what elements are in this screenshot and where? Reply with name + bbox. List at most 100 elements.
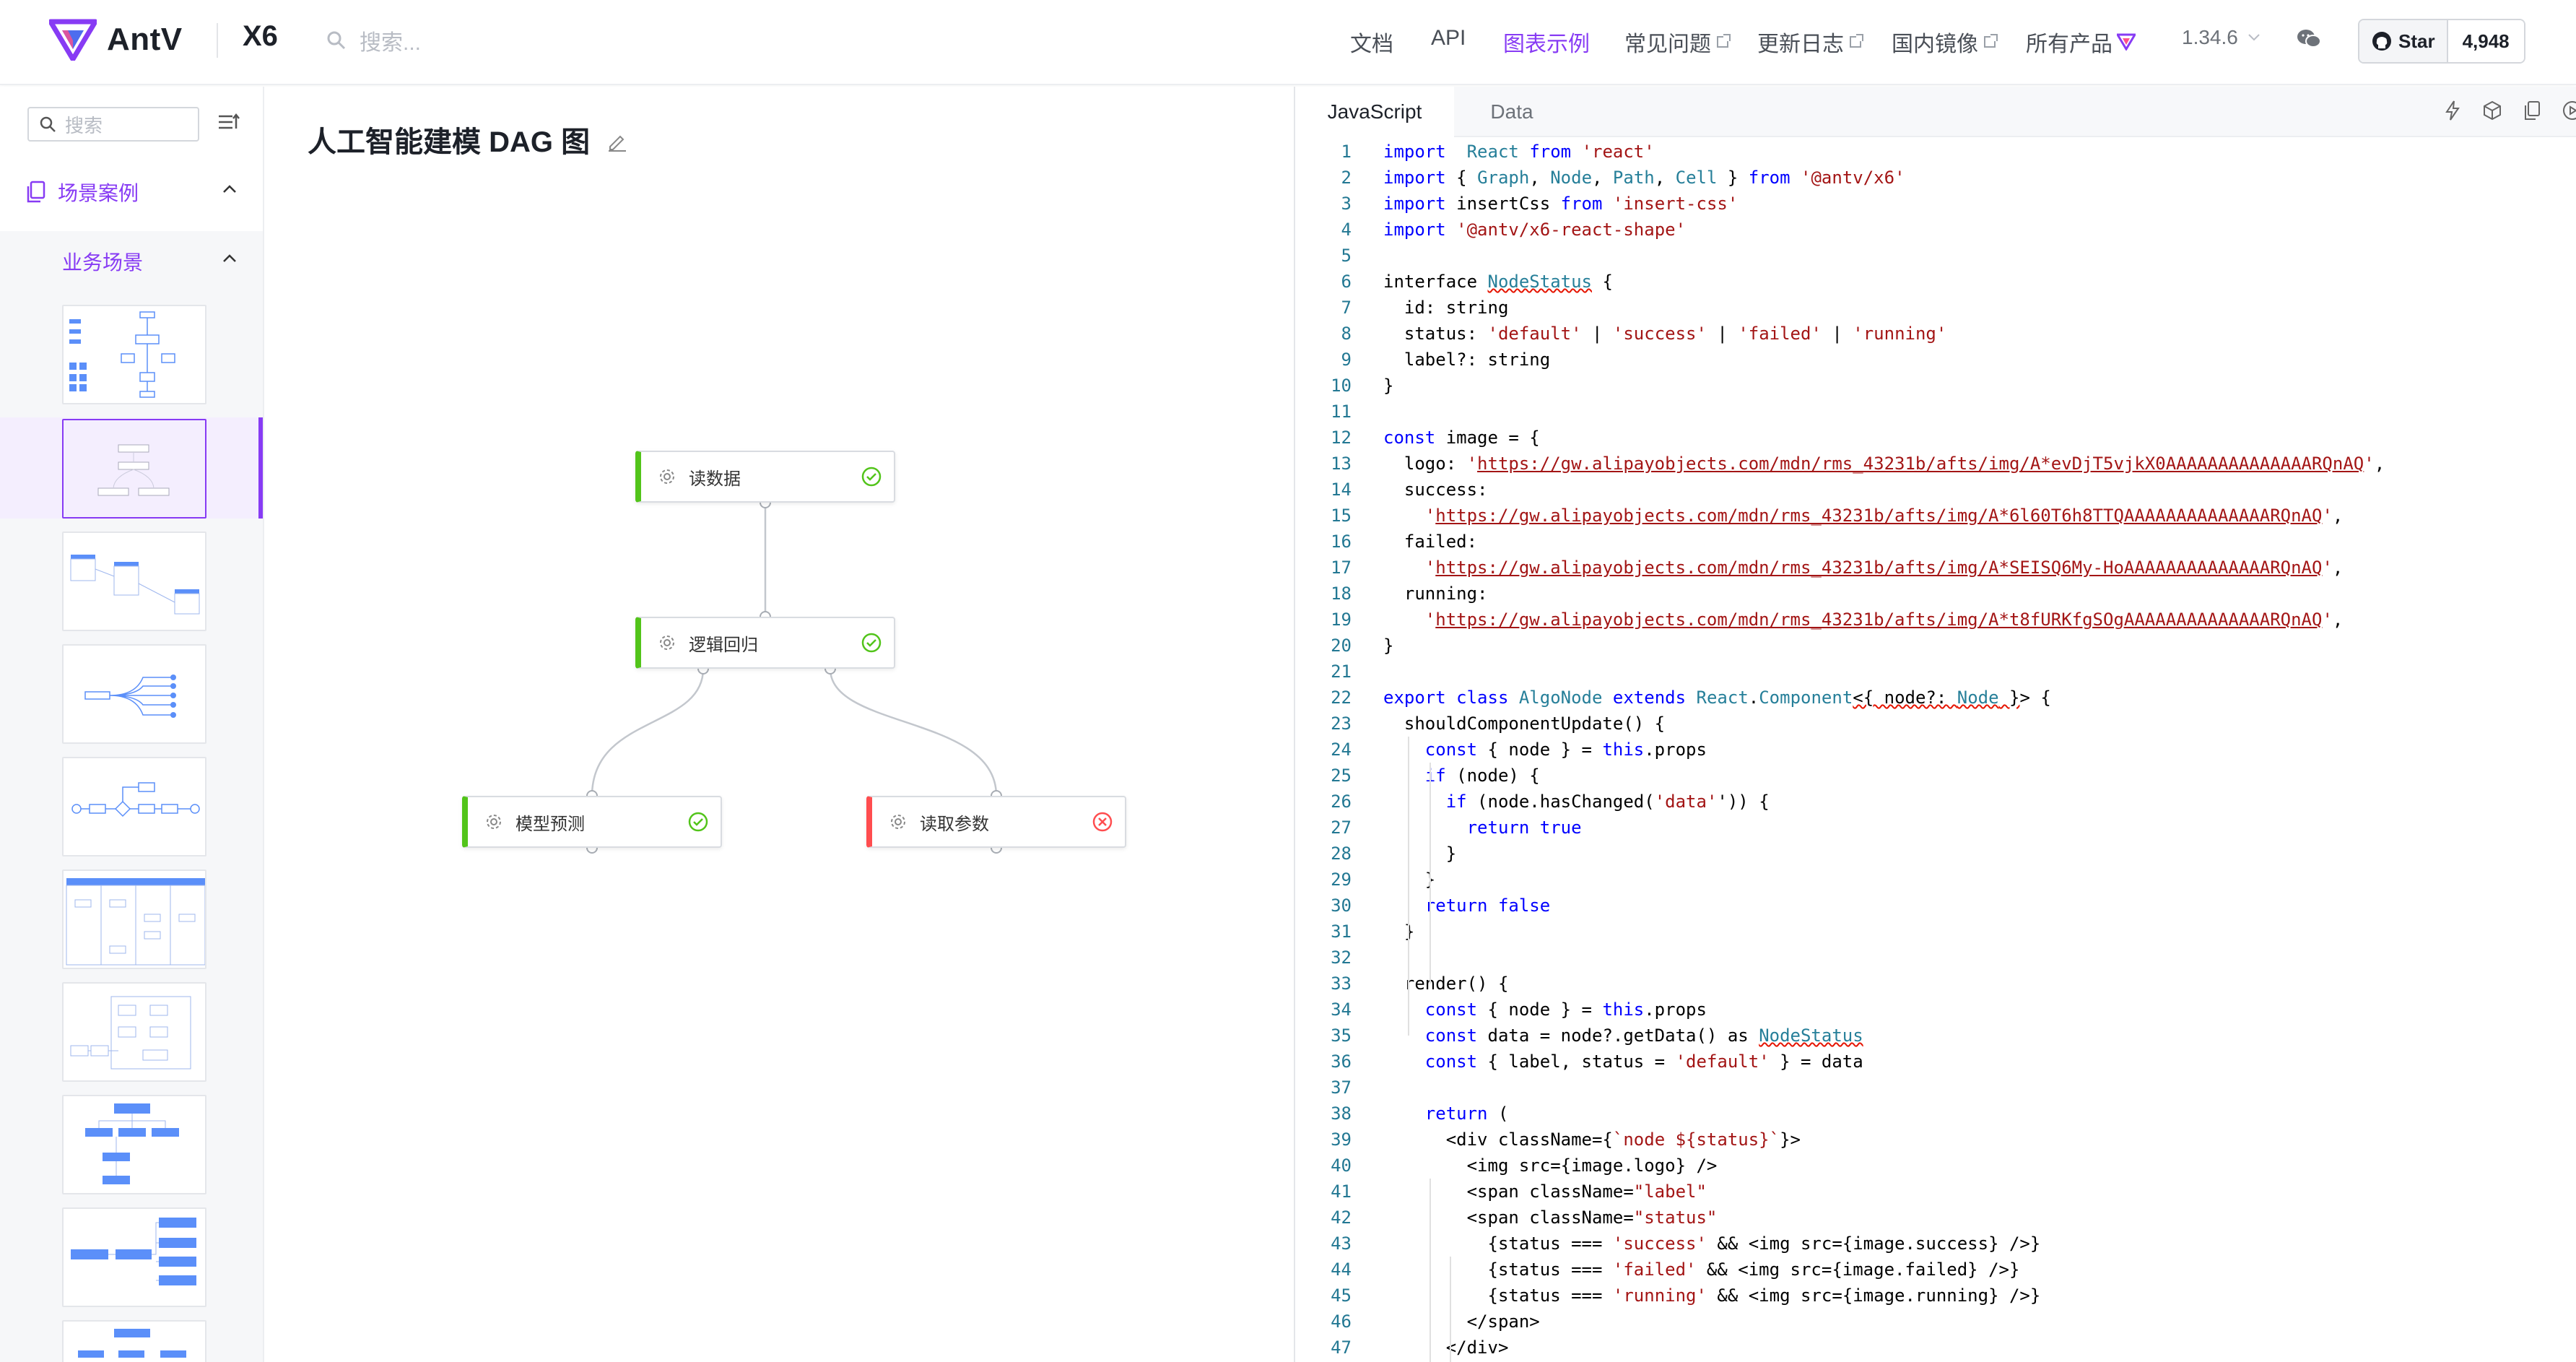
nav-api[interactable]: API [1431,26,1466,51]
example-thumbnail[interactable] [62,532,206,631]
code-line[interactable]: 39 <div className={`node ${status}`}> [1295,1127,2576,1153]
code-text: return true [1466,817,1582,838]
github-star-count[interactable]: 4,948 [2446,20,2524,62]
code-line[interactable]: 19 'https://gw.alipayobjects.com/mdn/rms… [1295,607,2576,633]
product-name[interactable]: X6 [243,20,278,53]
github-star-widget[interactable]: Star 4,948 [2358,19,2525,64]
example-thumbnail[interactable] [62,1320,206,1362]
nav-all-products[interactable]: 所有产品 [2026,26,2136,58]
code-line[interactable]: 16 failed: [1295,529,2576,555]
sidebar-search-input[interactable]: 搜索 [27,107,199,142]
code-line[interactable]: 4 import '@antv/x6-react-shape' [1295,217,2576,243]
tab-data[interactable]: Data [1454,87,1570,137]
code-line[interactable]: 47 </div> [1295,1335,2576,1361]
code-line[interactable]: 40 <img src={image.logo} /> [1295,1153,2576,1179]
line-number: 40 [1331,1155,1352,1176]
code-line[interactable]: 11 [1295,399,2576,425]
code-line[interactable]: 33 render() { [1295,971,2576,997]
code-line[interactable]: 25 if (node) { [1295,763,2576,789]
indent-guide [1408,737,1409,1036]
nav-docs[interactable]: 文档 [1350,26,1393,58]
code-line[interactable]: 8 status: 'default' | 'success' | 'faile… [1295,321,2576,347]
code-line[interactable]: 36 const { label, status = 'default' } =… [1295,1049,2576,1075]
code-text: failed: [1383,532,1478,552]
code-line[interactable]: 12 const image = { [1295,425,2576,451]
example-thumbnail[interactable] [62,305,206,404]
dag-node-logistic-regression[interactable]: 逻辑回归 [635,617,895,669]
code-line[interactable]: 35 const data = node?.getData() as NodeS… [1295,1023,2576,1049]
code-line[interactable]: 31 } [1295,919,2576,945]
search-input-placeholder[interactable]: 搜索... [360,25,421,56]
code-line[interactable]: 38 return ( [1295,1101,2576,1127]
graph-canvas[interactable]: 人工智能建模 DAG 图 读数据 逻辑回归 模型预测 读取参数 [264,87,1294,1362]
sidebar-category-scenarios[interactable]: 场景案例 [26,178,243,207]
example-thumbnail[interactable] [62,869,206,969]
nav-examples-label: 图表示例 [1503,32,1590,56]
code-line[interactable]: 10} [1295,373,2576,399]
copy-icon[interactable] [2523,100,2541,121]
example-thumbnail[interactable] [62,1095,206,1194]
code-line[interactable]: 17 'https://gw.alipayobjects.com/mdn/rms… [1295,555,2576,581]
sidebar-group-business[interactable]: 业务场景 [62,247,143,276]
code-line[interactable]: 9 label?: string [1295,347,2576,373]
play-icon[interactable] [2562,100,2576,121]
example-thumbnail[interactable] [62,1207,206,1307]
code-line[interactable]: 14 success: [1295,477,2576,503]
code-line[interactable]: 24 const { node } = this.props [1295,737,2576,763]
example-thumbnail[interactable] [62,644,206,744]
github-star-button[interactable]: Star [2359,20,2447,62]
nav-examples[interactable]: 图表示例 [1503,26,1590,58]
code-line[interactable]: 23 shouldComponentUpdate() { [1295,711,2576,737]
dag-node-read-params[interactable]: 读取参数 [866,796,1126,848]
collapse-all-icon[interactable] [217,111,241,139]
code-line[interactable]: 3 import insertCss from 'insert-css' [1295,191,2576,217]
code-line[interactable]: 45 {status === 'running' && <img src={im… [1295,1283,2576,1309]
code-line[interactable]: 44 {status === 'failed' && <img src={ima… [1295,1257,2576,1283]
code-lines[interactable]: 1 import React from 'react' 2 import { Grap… [1295,139,2576,1362]
tab-data-label: Data [1490,100,1533,123]
code-line[interactable]: 28 } [1295,841,2576,867]
nav-mirror[interactable]: 国内镜像 [1892,26,1998,58]
code-line[interactable]: 27 return true [1295,815,2576,841]
code-line[interactable]: 13 logo: 'https://gw.alipayobjects.com/m… [1295,451,2576,477]
code-line[interactable]: 21 [1295,659,2576,685]
lightning-icon[interactable] [2443,100,2462,121]
code-line[interactable]: 26 if (node.hasChanged('data'')) { [1295,789,2576,815]
example-thumbnail[interactable] [62,757,206,856]
code-line[interactable]: 46 </span> [1295,1309,2576,1335]
chevron-up-icon[interactable] [221,183,238,195]
dag-node-read-data[interactable]: 读数据 [635,451,895,503]
line-number: 47 [1331,1337,1352,1358]
code-line[interactable]: 32 [1295,945,2576,971]
code-line[interactable]: 15 'https://gw.alipayobjects.com/mdn/rms… [1295,503,2576,529]
code-line[interactable]: 22 export class AlgoNode extends React.Co… [1295,685,2576,711]
version-selector[interactable]: 1.34.6 [2182,26,2261,49]
code-line[interactable]: 41 <span className="label" [1295,1179,2576,1205]
wechat-icon[interactable] [2296,27,2322,54]
nav-changelog[interactable]: 更新日志 [1757,26,1863,58]
code-line[interactable]: 30 return false [1295,893,2576,919]
tab-javascript[interactable]: JavaScript [1295,87,1454,137]
code-line[interactable]: 43 {status === 'success' && <img src={im… [1295,1231,2576,1257]
header-search[interactable]: 搜索... [326,25,421,56]
code-line[interactable]: 37 [1295,1075,2576,1101]
code-text: 'https://gw.alipayobjects.com/mdn/rms_43… [1424,558,2344,578]
dag-node-model-predict[interactable]: 模型预测 [462,796,722,848]
antv-logo[interactable]: AntV [49,19,183,61]
code-line[interactable]: 34 const { node } = this.props [1295,997,2576,1023]
code-line[interactable]: 6 interface NodeStatus { [1295,269,2576,295]
nav-faq[interactable]: 常见问题 [1624,26,1731,58]
code-line[interactable]: 1 import React from 'react' [1295,139,2576,165]
example-thumbnail[interactable] [62,982,206,1082]
code-line[interactable]: 29 } [1295,867,2576,893]
code-line[interactable]: 7 id: string [1295,295,2576,321]
cube-icon[interactable] [2482,100,2502,121]
chevron-up-icon[interactable] [221,253,238,264]
line-number: 36 [1331,1051,1352,1072]
code-line[interactable]: 5 [1295,243,2576,269]
code-line[interactable]: 18 running: [1295,581,2576,607]
code-line[interactable]: 42 <span className="status" [1295,1205,2576,1231]
example-thumbnail-selected[interactable] [62,419,206,519]
code-line[interactable]: 20} [1295,633,2576,659]
code-line[interactable]: 2 import { Graph, Node, Path, Cell } from… [1295,165,2576,191]
